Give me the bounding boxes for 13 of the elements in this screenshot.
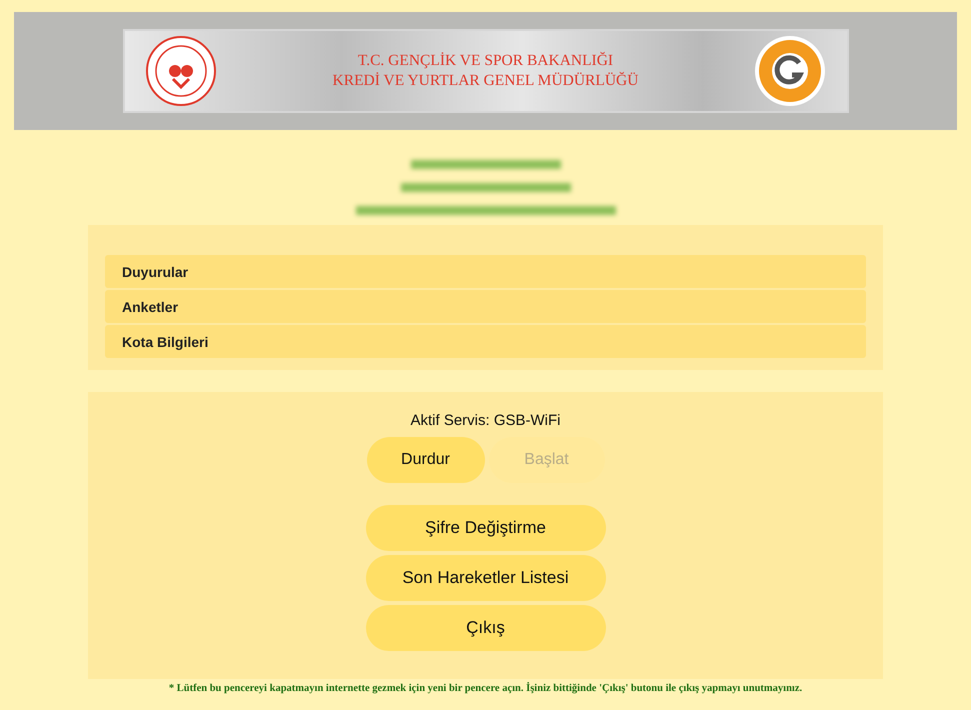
service-button[interactable]: Durdur (366, 437, 484, 483)
action-button[interactable]: Son Hareketler Listesi (366, 555, 606, 601)
footer-note: * Lütfen bu pencereyi kapatmayın internette gezmek için yeni bir pencere açın. İşiniz bittiğinde 'Çıkış' butonu ile çıkış yapmayı unutmayınız. (168, 683, 802, 694)
menu-item[interactable]: Anketler (105, 290, 866, 323)
service-label: Aktif Servis: GSB-WiFi (410, 412, 560, 429)
menu-item[interactable]: Kota Bilgileri (105, 325, 866, 358)
header-title: KREDİ VE YURTLAR GENEL MÜDÜRLÜĞÜ (332, 72, 638, 90)
action-button[interactable]: Şifre Değiştirme (366, 505, 606, 551)
badge-icon (754, 35, 826, 107)
emblem-icon (144, 35, 216, 107)
header-title: T.C. GENÇLİK VE SPOR BAKANLIĞI (358, 52, 614, 70)
menu-item[interactable]: Duyurular (105, 255, 866, 288)
action-button[interactable]: Çıkış (366, 605, 606, 651)
